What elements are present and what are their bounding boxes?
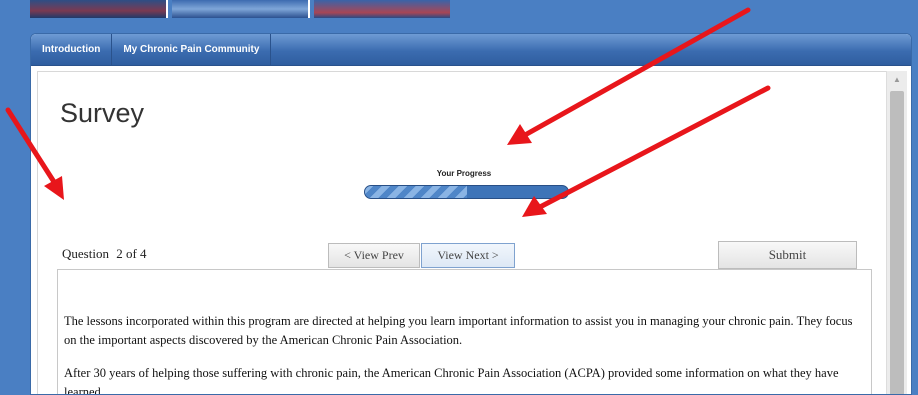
survey-content: Survey Your Progress Question 2 of 4 < V… bbox=[37, 71, 887, 395]
view-next-button[interactable]: View Next > bbox=[421, 243, 515, 268]
main-panel: Introduction My Chronic Pain Community S… bbox=[30, 33, 912, 395]
question-counter: 2 of 4 bbox=[116, 246, 147, 261]
question-indicator: Question 2 of 4 bbox=[62, 246, 147, 262]
view-prev-button[interactable]: < View Prev bbox=[328, 243, 420, 268]
banner-image bbox=[30, 0, 168, 18]
scroll-up-arrow-icon[interactable]: ▲ bbox=[887, 75, 907, 85]
banner-image bbox=[314, 0, 450, 18]
tab-bar: Introduction My Chronic Pain Community bbox=[31, 34, 911, 66]
question-paragraph: The lessons incorporated within this pro… bbox=[64, 314, 853, 347]
question-paragraph: After 30 years of helping those sufferin… bbox=[64, 366, 839, 395]
submit-button[interactable]: Submit bbox=[718, 241, 857, 269]
page-title: Survey bbox=[60, 98, 145, 128]
progress-label: Your Progress bbox=[436, 169, 492, 178]
vertical-scrollbar[interactable]: ▲ bbox=[886, 71, 907, 394]
progress-fill bbox=[365, 186, 467, 198]
tab-introduction[interactable]: Introduction bbox=[31, 34, 113, 65]
question-text-box: The lessons incorporated within this pro… bbox=[57, 269, 872, 395]
progress-bar bbox=[364, 185, 569, 199]
scrollbar-thumb[interactable] bbox=[890, 91, 904, 394]
header-banner bbox=[30, 0, 450, 18]
banner-image bbox=[172, 0, 310, 18]
question-label: Question bbox=[62, 246, 109, 261]
tab-my-chronic-pain-community[interactable]: My Chronic Pain Community bbox=[112, 34, 272, 65]
